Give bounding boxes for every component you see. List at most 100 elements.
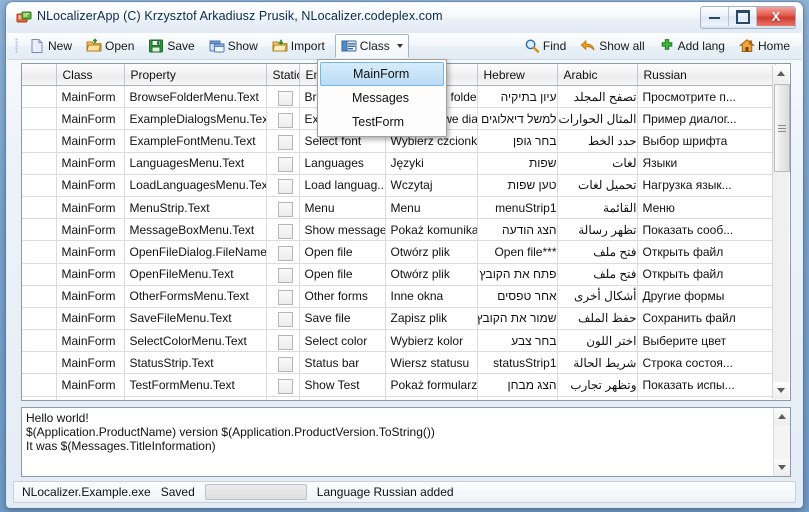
cell-hebrew[interactable]: ***Open file	[477, 240, 558, 264]
scroll-up-button[interactable]	[773, 65, 789, 82]
cell-arabic[interactable]: فتح ملف	[557, 240, 638, 264]
cell-polish[interactable]: Wiersz statusu	[385, 351, 478, 375]
translation-text-editor[interactable]: Hello world! $(Application.ProductName) …	[21, 407, 791, 477]
cell-arabic[interactable]: اختر اللون	[557, 329, 638, 353]
row-selector-cell[interactable]	[22, 85, 57, 109]
column-header-russian[interactable]: Russian	[637, 64, 776, 86]
cell-class[interactable]: MainForm	[56, 152, 125, 175]
cell-static-checkbox[interactable]	[266, 351, 300, 375]
title-bar[interactable]: NLocalizerApp (C) Krzysztof Arkadiusz Pr…	[7, 3, 802, 34]
cell-hebrew[interactable]: אחר טפסים	[477, 285, 558, 308]
cell-class[interactable]: MainForm	[56, 240, 125, 264]
cell-russian[interactable]: Нагрузка язык...	[637, 174, 776, 197]
cell-russian[interactable]: Языки	[637, 152, 776, 175]
checkbox-icon[interactable]	[277, 290, 293, 306]
cell-hebrew[interactable]: עיון בתיקיה	[477, 85, 558, 109]
add-lang-button[interactable]: Add lang	[653, 34, 731, 58]
row-selector-cell[interactable]	[22, 285, 57, 308]
cell-class[interactable]: MainForm	[56, 196, 125, 220]
cell-hebrew[interactable]: שמור את הקובץ	[477, 307, 558, 331]
cell-english[interactable]: Load languag...	[299, 174, 386, 197]
column-header-hebrew[interactable]: Hebrew	[477, 64, 558, 86]
cell-property[interactable]: LanguagesMenu.Text	[124, 152, 267, 175]
table-row[interactable]: MainForm StatusStrip.Text Status bar Wiersz…	[22, 351, 776, 375]
row-selector-cell[interactable]	[22, 351, 57, 375]
scrollbar-thumb[interactable]	[774, 84, 790, 172]
cell-arabic[interactable]: فتح ملف	[557, 263, 638, 286]
cell-polish[interactable]: Menu	[385, 196, 478, 220]
column-header-static[interactable]: Static	[266, 64, 300, 86]
cell-polish[interactable]: Pokaż formularz t...	[385, 373, 478, 397]
cell-property[interactable]: TestFormMenu.Text	[124, 373, 267, 397]
cell-russian[interactable]: Показать испы...	[637, 373, 776, 397]
cell-english[interactable]: Save file	[299, 307, 386, 331]
cell-partial[interactable]	[124, 396, 267, 400]
cell-russian[interactable]: Строка состоя...	[637, 351, 776, 375]
row-selector-cell[interactable]	[22, 307, 57, 331]
cell-english[interactable]: Other forms	[299, 285, 386, 308]
cell-class[interactable]: MainForm	[56, 351, 125, 375]
open-button[interactable]: Open	[80, 34, 140, 58]
cell-static-checkbox[interactable]	[266, 373, 300, 397]
cell-arabic[interactable]: القائمة	[557, 196, 638, 220]
table-row[interactable]: MainForm OtherFormsMenu.Text Other forms In…	[22, 285, 776, 308]
cell-hebrew[interactable]: הצג מבחן	[477, 373, 558, 397]
cell-class[interactable]: MainForm	[56, 285, 125, 308]
table-row[interactable]: MainForm TestFormMenu.Text Show Test Pokaż …	[22, 373, 776, 397]
cell-class[interactable]: MainForm	[56, 129, 125, 153]
cell-arabic[interactable]: تصفح المجلد	[557, 85, 638, 109]
cell-partial[interactable]	[477, 396, 558, 400]
column-header-property[interactable]: Property	[124, 64, 267, 86]
table-row[interactable]: MainForm MessageBoxMenu.Text Show message P…	[22, 218, 776, 242]
checkbox-icon[interactable]	[277, 312, 293, 328]
cell-static-checkbox[interactable]	[266, 307, 300, 331]
cell-partial[interactable]	[557, 396, 638, 400]
row-selector-cell[interactable]	[22, 152, 57, 175]
cell-polish[interactable]: Języki	[385, 152, 478, 175]
cell-static-checkbox[interactable]	[266, 129, 300, 153]
cell-property[interactable]: MenuStrip.Text	[124, 196, 267, 220]
editor-scroll-down-button[interactable]	[774, 459, 790, 476]
cell-hebrew[interactable]: טען שפות	[477, 174, 558, 197]
cell-english[interactable]: Open file	[299, 240, 386, 264]
cell-english[interactable]: Select color	[299, 329, 386, 353]
cell-russian[interactable]: Выбор шрифта	[637, 129, 776, 153]
row-selector-cell[interactable]	[22, 129, 57, 153]
menu-item-messages[interactable]: Messages	[318, 86, 446, 110]
row-header-corner[interactable]	[22, 64, 57, 86]
minimize-button[interactable]	[701, 7, 729, 26]
table-row[interactable]	[22, 396, 776, 400]
cell-english[interactable]: Open file	[299, 263, 386, 286]
cell-english[interactable]: Menu	[299, 196, 386, 220]
table-row[interactable]: MainForm OpenFileDialog.FileName Open file…	[22, 240, 776, 264]
row-selector-cell[interactable]	[22, 196, 57, 220]
cell-static-checkbox[interactable]	[266, 329, 300, 353]
cell-english[interactable]: Languages	[299, 152, 386, 175]
cell-class[interactable]: MainForm	[56, 218, 125, 242]
cell-property[interactable]: OpenFileMenu.Text	[124, 263, 267, 286]
find-button[interactable]: Find	[518, 34, 572, 58]
checkbox-icon[interactable]	[277, 245, 293, 261]
row-selector-cell[interactable]	[22, 107, 57, 131]
cell-polish[interactable]: Pokaż komunikat	[385, 218, 478, 242]
cell-partial[interactable]	[22, 396, 57, 400]
maximize-button[interactable]	[729, 7, 757, 26]
cell-static-checkbox[interactable]	[266, 85, 300, 109]
table-row[interactable]: MainForm MenuStrip.Text Menu Menu menuStrip1…	[22, 196, 776, 220]
cell-arabic[interactable]: لغات	[557, 152, 638, 175]
editor-scroll-up-button[interactable]	[774, 408, 790, 425]
checkbox-icon[interactable]	[277, 379, 293, 395]
cell-russian[interactable]: Другие формы	[637, 285, 776, 308]
cell-static-checkbox[interactable]	[266, 285, 300, 308]
cell-property[interactable]: OtherFormsMenu.Text	[124, 285, 267, 308]
cell-arabic[interactable]: شريط الحالة	[557, 351, 638, 375]
cell-english[interactable]: Status bar	[299, 351, 386, 375]
close-button[interactable]: X	[757, 7, 795, 26]
cell-polish[interactable]: Otwórz plik	[385, 240, 478, 264]
checkbox-icon[interactable]	[277, 223, 293, 239]
checkbox-icon[interactable]	[277, 268, 293, 284]
cell-russian[interactable]: Открыть файл	[637, 240, 776, 264]
cell-class[interactable]: MainForm	[56, 329, 125, 353]
cell-russian[interactable]: Сохранить файл	[637, 307, 776, 331]
scroll-down-button[interactable]	[773, 382, 789, 399]
